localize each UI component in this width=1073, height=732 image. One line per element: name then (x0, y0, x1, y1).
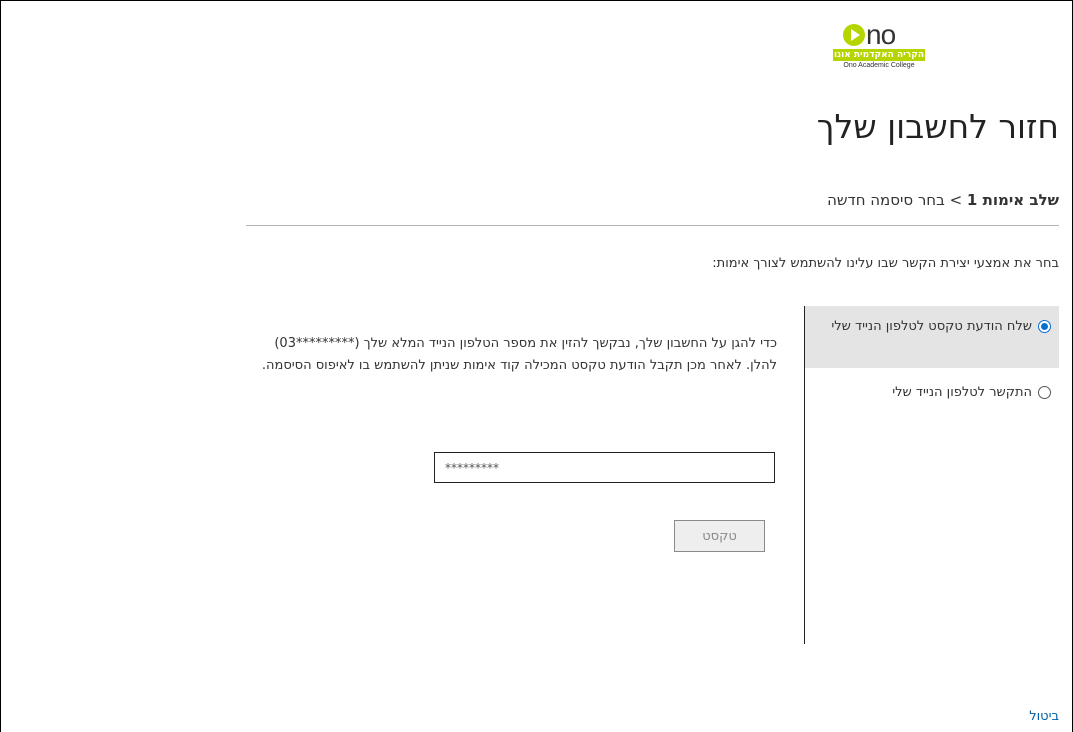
page-title: חזור לחשבון שלך (816, 107, 1059, 146)
phone-number-input[interactable] (434, 452, 775, 483)
breadcrumb-current-step: שלב אימות 1 (966, 191, 1059, 209)
verification-instructions: כדי להגן על החשבון שלך, נבקשך להזין את מ… (261, 336, 777, 373)
option-text-mobile-label: שלח הודעת טקסט לטלפון הנייד שלי (831, 319, 1032, 334)
contact-method-options: שלח הודעת טקסט לטלפון הנייד שלי התקשר לט… (804, 306, 1059, 644)
cancel-link[interactable]: ביטול (1029, 708, 1059, 726)
account-recovery-page: no הקריה האקדמית אונו Ono Academic Colle… (246, 0, 1059, 732)
option-call-mobile-label: התקשר לטלפון הנייד שלי (892, 385, 1032, 400)
ono-logo: no הקריה האקדמית אונו Ono Academic Colle… (833, 20, 925, 70)
option-call-mobile[interactable]: התקשר לטלפון הנייד שלי (805, 378, 1059, 410)
breadcrumb-next-step: בחר סיסמה חדשה (827, 191, 945, 209)
logo-english-name: Ono Academic College (843, 62, 915, 69)
option-text-mobile[interactable]: שלח הודעת טקסט לטלפון הנייד שלי (805, 306, 1059, 368)
header-divider (246, 225, 1059, 226)
radio-checked-icon[interactable] (1038, 320, 1051, 333)
play-circle-icon (843, 24, 865, 46)
logo-hebrew-name: הקריה האקדמית אונו (833, 49, 925, 61)
radio-unchecked-icon[interactable] (1038, 386, 1051, 399)
logo-word-text: no (866, 19, 896, 50)
logo-wordmark: no (843, 20, 915, 50)
send-text-button[interactable]: טקסט (674, 520, 765, 552)
breadcrumb-separator: > (949, 191, 963, 209)
contact-method-prompt: בחר את אמצעי יצירת הקשר שבו עלינו להשתמש… (712, 256, 1059, 271)
breadcrumb: שלב אימות 1 > בחר סיסמה חדשה (827, 190, 1059, 210)
